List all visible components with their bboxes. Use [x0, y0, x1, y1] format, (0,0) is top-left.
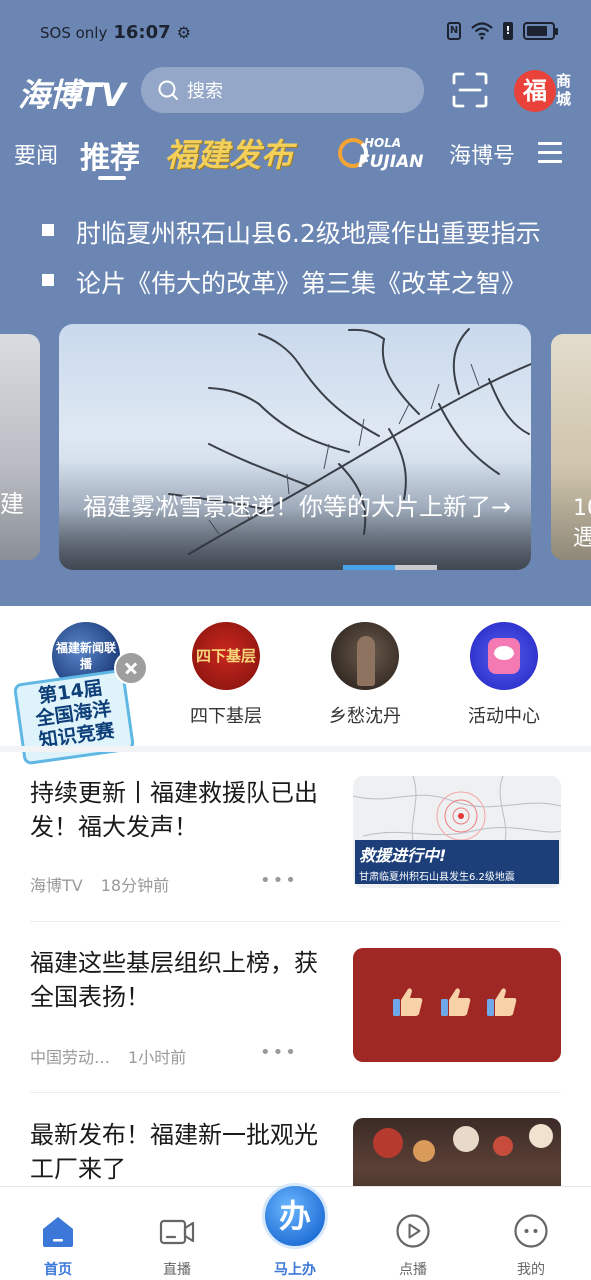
- banner-caption: 福建雾凇雪景速递！你等的大片上新了→: [83, 493, 512, 521]
- channel-tabs: 要闻 推荐 福建发布 HOLA FUJIAN 海博号: [0, 128, 591, 184]
- gear-icon: ⚙: [176, 23, 191, 42]
- tab-fujian-release[interactable]: 福建发布: [165, 130, 293, 176]
- scan-icon[interactable]: [452, 72, 488, 108]
- news-time: 18分钟前: [100, 876, 170, 895]
- search-icon: [158, 80, 178, 100]
- search-bar[interactable]: 搜索: [141, 67, 424, 113]
- carousel-main-card[interactable]: 福建雾凇雪景速递！你等的大片上新了→: [59, 324, 531, 570]
- home-icon: [43, 1217, 73, 1247]
- search-placeholder: 搜索: [187, 81, 223, 102]
- nfc-icon: N: [447, 22, 461, 40]
- carousel-next-card[interactable]: 10 遇: [551, 334, 591, 560]
- nav-label: 点播: [399, 1262, 427, 1278]
- tab-haibo-hao[interactable]: 海博号: [449, 138, 515, 170]
- news-source: 海博TV: [30, 876, 83, 895]
- next-card-text: 10 遇: [573, 496, 591, 551]
- fujian-text: FUJIAN: [358, 152, 424, 172]
- news-item[interactable]: 持续更新丨福建救援队已出发！福大发声！ 海博TV 18分钟前 ••• 救援进行中…: [30, 776, 561, 896]
- banner-carousel[interactable]: 建 福建雾凇雪景速递！你等的大片上新了→ 1 遇: [0, 322, 591, 572]
- thumbs-up-icon: [441, 988, 471, 1016]
- shortcut-sixia-jiceng[interactable]: 四下基层 四下基层: [166, 622, 286, 728]
- news-meta: 中国劳动… 1小时前: [30, 1044, 186, 1068]
- xiangchou-avatar-icon: [331, 622, 399, 690]
- mall-label: 商城: [556, 72, 572, 108]
- tab-recommend[interactable]: 推荐: [80, 133, 140, 177]
- news-title: 福建这些基层组织上榜，获全国表扬！: [30, 949, 318, 1011]
- list-divider: [30, 1092, 561, 1093]
- sixia-jiceng-logo-icon: 四下基层: [192, 622, 260, 690]
- thumb-banner-sub: 甘肃临夏州积石山县发生6.2级地震: [359, 872, 515, 883]
- news-source: 中国劳动…: [30, 1048, 111, 1067]
- prev-card-text: 建: [0, 490, 24, 518]
- news-item[interactable]: 最新发布！福建新一批观光工厂来了: [30, 1118, 561, 1186]
- shortcut-label: 四下基层: [190, 706, 262, 727]
- more-options-icon[interactable]: •••: [260, 1042, 298, 1063]
- bullet-icon: [42, 274, 54, 286]
- hola-text: HOLA: [364, 136, 402, 150]
- battery-level: [527, 26, 548, 36]
- nav-label: 我的: [517, 1262, 545, 1278]
- ticker-line-1[interactable]: 肘临夏州积石山县6.2级地震作出重要指示: [0, 210, 591, 250]
- mall-button[interactable]: 福 商城: [514, 70, 576, 112]
- active-tab-indicator: [98, 176, 126, 180]
- tab-news[interactable]: 要闻: [14, 138, 58, 170]
- thumbs-up-thumbnail: [353, 948, 561, 1062]
- activity-center-icon: [470, 622, 538, 690]
- shortcut-label: 活动中心: [468, 706, 540, 727]
- news-title: 持续更新丨福建救援队已出发！福大发声！: [30, 779, 318, 841]
- ticker-line-2[interactable]: 论片《伟大的改革》第三集《改革之智》: [0, 260, 591, 300]
- news-meta: 海博TV 18分钟前: [30, 872, 169, 896]
- earthquake-map-thumbnail: 救援进行中! 甘肃临夏州积石山县发生6.2级地震: [353, 776, 561, 888]
- ban-badge-icon: 办: [262, 1183, 328, 1249]
- nav-label: 马上办: [274, 1262, 316, 1278]
- thumbs-up-icon: [393, 988, 423, 1016]
- shortcut-label: 乡愁沈丹: [329, 706, 401, 727]
- header-area: SOS only 16:07 ⚙ N ! 海博TV 搜索 福 商城 要闻 推荐 …: [0, 0, 591, 606]
- bullet-icon: [42, 224, 54, 236]
- live-camera-icon: [159, 1219, 195, 1245]
- status-bar: SOS only 16:07 ⚙ N !: [0, 0, 591, 66]
- nav-profile[interactable]: 我的: [486, 1187, 576, 1280]
- alert-icon: !: [503, 22, 513, 40]
- tab-hola-fujian[interactable]: HOLA FUJIAN: [338, 130, 424, 178]
- list-divider: [30, 921, 561, 922]
- mall-logo-icon: 福: [514, 70, 556, 112]
- ticker-text: 肘临夏州积石山县6.2级地震作出重要指示: [76, 219, 541, 248]
- news-time: 1小时前: [128, 1048, 187, 1067]
- nav-live[interactable]: 直播: [132, 1187, 222, 1280]
- close-promo-icon[interactable]: [114, 651, 148, 685]
- shortcut-row: 福建新闻联播 播 四下基层 四下基层 乡愁沈丹 活动中心 第14届 全国海洋 知…: [0, 606, 591, 766]
- carousel-indicator: [343, 565, 437, 570]
- play-circle-icon: [396, 1214, 430, 1248]
- factory-photo-thumbnail: [353, 1118, 561, 1186]
- menu-icon[interactable]: [538, 142, 562, 164]
- thumbs-up-icon: [487, 988, 517, 1016]
- nav-label: 直播: [163, 1262, 191, 1278]
- face-icon: [514, 1214, 548, 1248]
- app-logo[interactable]: 海博TV: [18, 70, 126, 116]
- wifi-icon: [471, 22, 493, 40]
- battery-icon: [523, 22, 558, 40]
- shortcut-activity-center[interactable]: 活动中心: [444, 622, 564, 728]
- bottom-nav: 首页 直播 办 马上办 点播 我的: [0, 1183, 591, 1280]
- news-title: 最新发布！福建新一批观光工厂来了: [30, 1121, 318, 1183]
- nav-vod[interactable]: 点播: [368, 1187, 458, 1280]
- nav-label: 首页: [44, 1262, 72, 1278]
- nav-home[interactable]: 首页: [13, 1187, 103, 1280]
- shortcut-xiangchou-shendan[interactable]: 乡愁沈丹: [305, 622, 425, 728]
- clock: 16:07: [113, 22, 171, 43]
- section-divider: [0, 746, 591, 752]
- thumb-banner-title: 救援进行中!: [359, 846, 447, 865]
- carousel-indicator-active: [343, 565, 395, 570]
- carousel-prev-card[interactable]: 建: [0, 334, 40, 560]
- nav-mashangban[interactable]: 办 马上办: [258, 1183, 332, 1280]
- news-item[interactable]: 福建这些基层组织上榜，获全国表扬！ 中国劳动… 1小时前 •••: [30, 946, 561, 1068]
- more-options-icon[interactable]: •••: [260, 870, 298, 891]
- carrier-text: SOS only: [40, 23, 108, 42]
- ticker-text: 论片《伟大的改革》第三集《改革之智》: [76, 269, 527, 298]
